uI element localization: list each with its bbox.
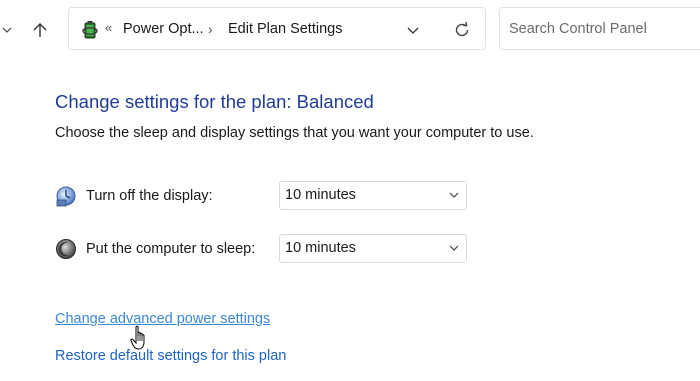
sleep-timeout-label: Put the computer to sleep: <box>86 241 256 257</box>
change-advanced-power-settings-link[interactable]: Change advanced power settings <box>55 311 270 327</box>
display-timeout-select[interactable]: 10 minutes <box>279 181 467 210</box>
address-history-dropdown-icon[interactable] <box>403 20 423 40</box>
chevron-down-icon <box>449 245 459 251</box>
display-timeout-label: Turn off the display: <box>86 188 213 204</box>
breadcrumb-edit-plan-settings[interactable]: Edit Plan Settings <box>228 21 342 37</box>
breadcrumb-overflow-separator[interactable]: « <box>105 20 112 35</box>
recent-locations-chevron-icon[interactable] <box>0 18 14 42</box>
page-description: Choose the sleep and display settings th… <box>55 125 534 141</box>
restore-default-settings-link[interactable]: Restore default settings for this plan <box>55 348 286 364</box>
up-arrow-icon[interactable] <box>26 16 54 44</box>
display-timeout-value: 10 minutes <box>285 187 356 203</box>
sleep-timeout-value: 10 minutes <box>285 240 356 256</box>
page-title: Change settings for the plan: Balanced <box>55 91 374 112</box>
hand-pointer-cursor-icon <box>130 325 150 351</box>
search-box[interactable] <box>499 7 700 50</box>
chevron-down-icon <box>449 192 459 198</box>
sleep-timeout-select[interactable]: 10 minutes <box>279 234 467 263</box>
refresh-icon[interactable] <box>451 19 473 41</box>
breadcrumb-separator[interactable]: › <box>208 21 213 37</box>
power-options-battery-icon <box>79 18 101 40</box>
breadcrumb-power-options[interactable]: Power Opt... <box>123 21 204 37</box>
address-bar[interactable]: « Power Opt... › Edit Plan Settings <box>68 7 486 50</box>
sleep-moon-icon <box>55 238 77 260</box>
display-icon <box>55 185 77 207</box>
search-input[interactable] <box>509 8 700 49</box>
